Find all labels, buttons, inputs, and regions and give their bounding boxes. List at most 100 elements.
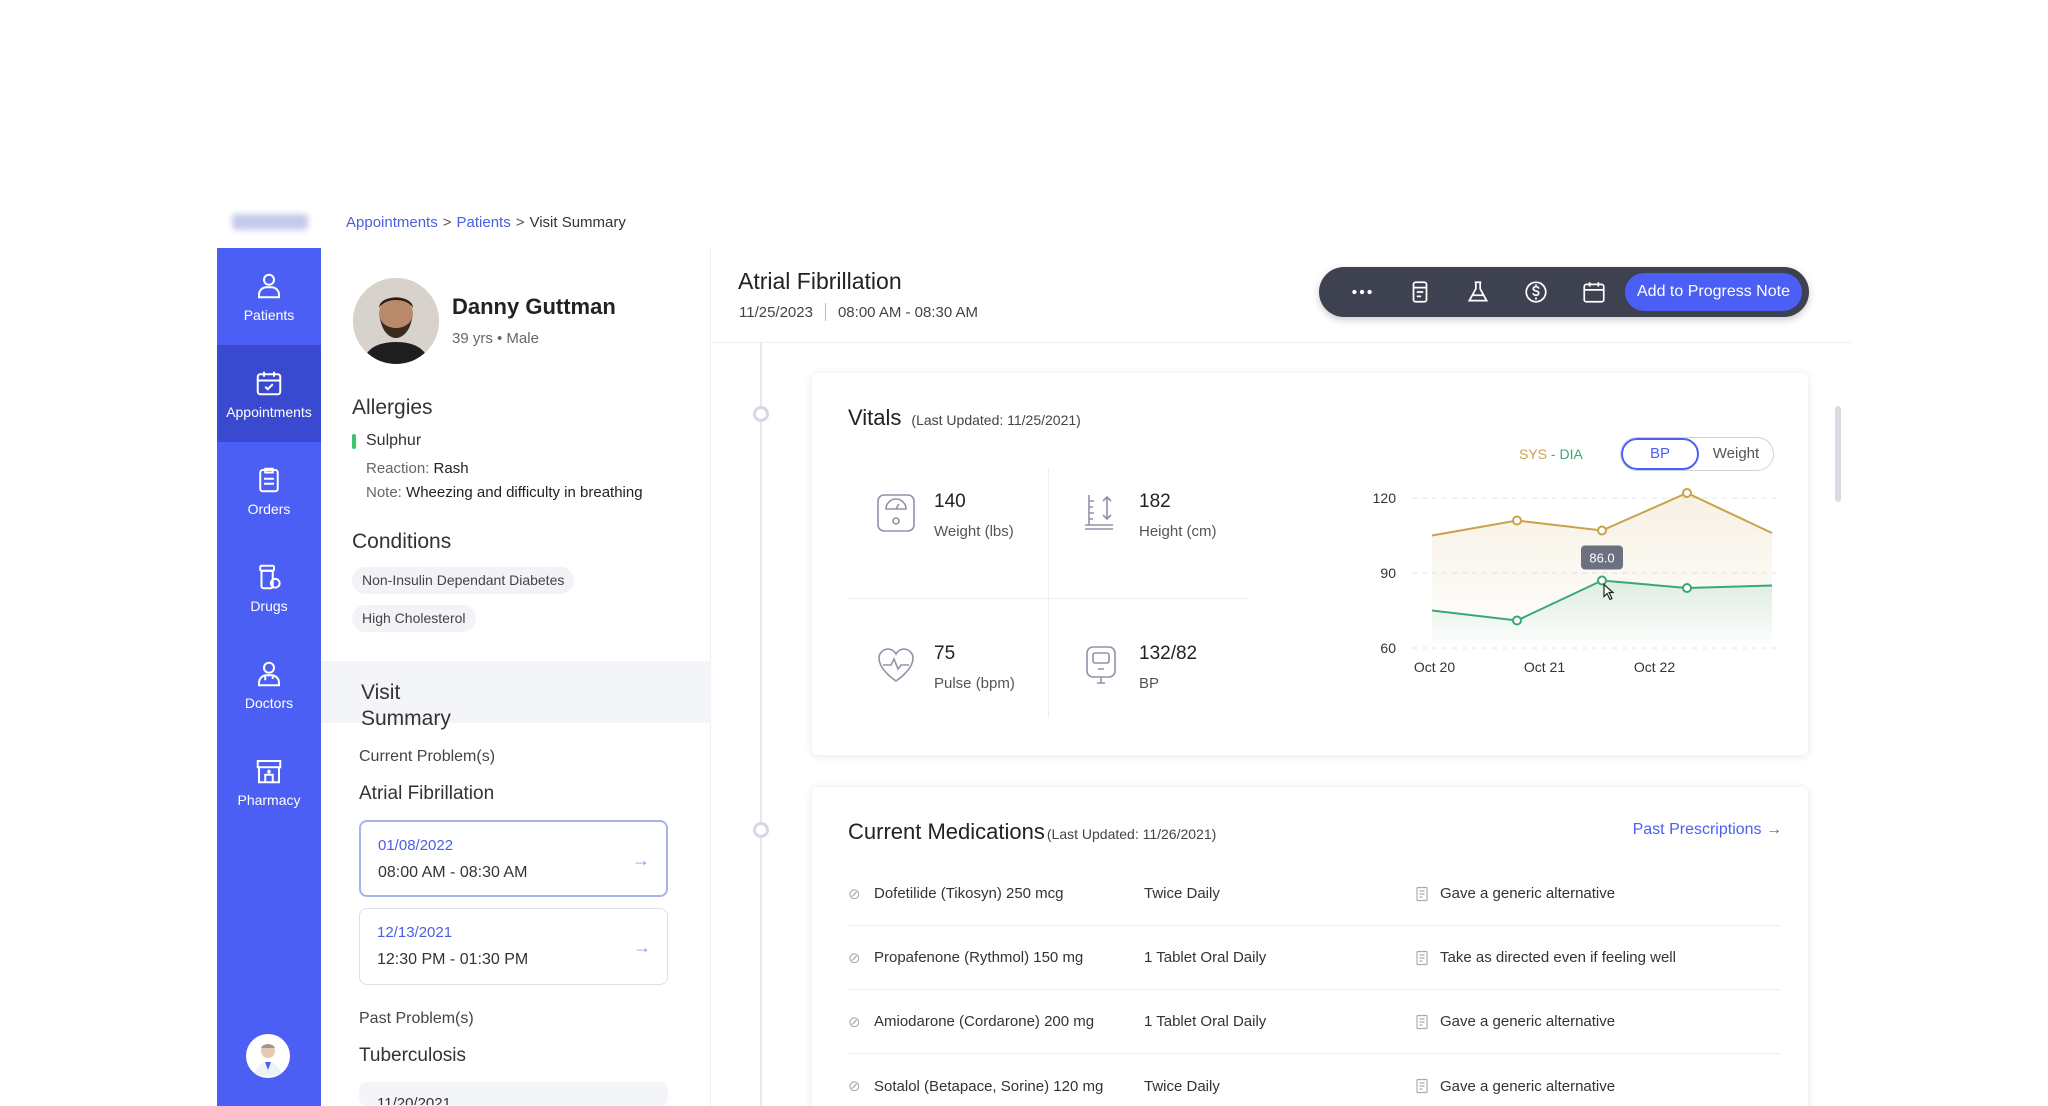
patient-avatar <box>353 278 439 364</box>
note-icon <box>1416 886 1428 901</box>
breadcrumb-appointments[interactable]: Appointments <box>346 214 438 231</box>
lab-flask-icon[interactable] <box>1449 267 1507 317</box>
medications-card: Current Medications (Last Updated: 11/26/… <box>812 787 1808 1106</box>
timeline-dot <box>753 406 769 422</box>
y-tick-label: 120 <box>1373 490 1397 506</box>
sidebar-item-appointments[interactable]: Appointments <box>217 345 321 442</box>
visit-time: 12:30 PM - 01:30 PM <box>377 951 529 968</box>
medication-frequency: Twice Daily <box>1144 1077 1220 1095</box>
vitals-title: Vitals (Last Updated: 11/25/2021) <box>848 405 1081 431</box>
allergies-heading: Allergies <box>352 396 433 419</box>
visit-date: 11/20/2021 <box>377 1095 451 1106</box>
prescription-icon[interactable] <box>1391 267 1449 317</box>
breadcrumb: Appointments > Patients > Visit Summary <box>346 214 626 231</box>
breadcrumb-current: Visit Summary <box>529 214 626 231</box>
medication-row[interactable]: ⊘ Sotalol (Betapace, Sorine) 120 mg Twic… <box>848 1054 1780 1106</box>
note-label: Note: <box>366 484 402 501</box>
data-point[interactable] <box>1597 575 1607 586</box>
sidebar-item-doctors[interactable]: Doctors <box>217 636 321 733</box>
encounter-time: 08:00 AM - 08:30 AM <box>837 303 979 321</box>
legend-separator: - <box>1547 446 1560 462</box>
breadcrumb-patients[interactable]: Patients <box>457 214 511 231</box>
pharmacy-store-icon <box>256 759 282 783</box>
vitals-divider <box>1048 468 1049 718</box>
sidebar-item-orders[interactable]: Orders <box>217 442 321 539</box>
timeline-dot <box>753 822 769 838</box>
note-text: Gave a generic alternative <box>1440 885 1616 902</box>
visit-card[interactable]: 12/13/2021 12:30 PM - 01:30 PM → <box>359 908 668 985</box>
medication-note: Take as directed even if feeling well <box>1414 949 1676 966</box>
data-point[interactable] <box>1512 615 1522 626</box>
toggle-weight[interactable]: Weight <box>1699 438 1773 470</box>
past-prescriptions-link[interactable]: Past Prescriptions → <box>1633 821 1782 839</box>
past-visit-card[interactable]: 11/20/2021 <box>359 1082 668 1106</box>
arrow-right-icon: → <box>633 937 651 957</box>
past-problems-label: Past Problem(s) <box>359 1010 474 1027</box>
vitals-heading: Vitals <box>848 405 902 430</box>
y-tick-label: 90 <box>1380 565 1396 581</box>
vitals-last-updated: (Last Updated: 11/25/2021) <box>911 412 1081 428</box>
past-problem-name: Tuberculosis <box>359 1045 467 1066</box>
doctor-avatar-icon <box>255 1044 281 1076</box>
visit-summary-title: Visit Summary <box>361 680 451 732</box>
data-point[interactable] <box>1512 515 1522 526</box>
calendar-icon[interactable] <box>1565 267 1623 317</box>
encounter-meta: 11/25/2023 08:00 AM - 08:30 AM <box>739 303 978 321</box>
height-value: 182 <box>1139 491 1171 512</box>
toggle-bp[interactable]: BP <box>1621 438 1699 470</box>
pill-icon: ⊘ <box>848 949 861 967</box>
medication-frequency: 1 Tablet Oral Daily <box>1144 1013 1267 1030</box>
note-text: Gave a generic alternative <box>1440 1013 1616 1030</box>
sidebar-item-label: Doctors <box>244 694 294 711</box>
person-icon <box>258 273 280 298</box>
add-to-progress-note-button[interactable]: Add to Progress Note <box>1625 273 1802 311</box>
sidebar-item-label: Pharmacy <box>237 791 301 808</box>
condition-chip: High Cholesterol <box>352 605 476 632</box>
sidebar-item-label: Drugs <box>250 597 288 614</box>
clipboard-icon <box>259 467 279 492</box>
allergy-name: Sulphur <box>366 432 422 449</box>
medication-row[interactable]: ⊘ Amiodarone (Cordarone) 200 mg 1 Tablet… <box>848 990 1780 1054</box>
patient-demographics: 39 yrs • Male <box>452 330 539 347</box>
allergy-severity-bar <box>352 433 356 449</box>
legend-sys: SYS <box>1519 446 1548 462</box>
medication-note: Gave a generic alternative <box>1414 1078 1615 1095</box>
allergy-reaction: Reaction: Rash <box>366 460 469 477</box>
data-point[interactable] <box>1682 583 1692 593</box>
note-text: Take as directed even if feeling well <box>1440 949 1676 966</box>
user-avatar[interactable] <box>246 1034 290 1078</box>
sidebar-item-pharmacy[interactable]: Pharmacy <box>217 733 321 830</box>
billing-icon[interactable] <box>1507 267 1565 317</box>
medication-name: Dofetilide (Tikosyn) 250 mcg <box>874 885 1064 902</box>
sidebar-item-label: Appointments <box>226 403 312 420</box>
more-options-icon[interactable] <box>1333 267 1391 317</box>
height-ruler-icon <box>1085 495 1113 530</box>
doctor-icon <box>258 661 280 686</box>
current-problem-name: Atrial Fibrillation <box>359 783 495 804</box>
pill-icon: ⊘ <box>848 885 861 903</box>
pill-icon: ⊘ <box>848 1013 861 1031</box>
encounter-header: Atrial Fibrillation 11/25/2023 08:00 AM … <box>712 248 1852 343</box>
pulse-label: Pulse (bpm) <box>934 675 1015 692</box>
note-icon <box>1416 950 1428 965</box>
visit-date: 12/13/2021 <box>377 924 453 941</box>
pulse-value: 75 <box>934 643 956 664</box>
medication-note: Gave a generic alternative <box>1414 885 1615 902</box>
vital-height: 182 Height (cm) <box>1079 491 1217 540</box>
data-point[interactable] <box>1597 525 1607 536</box>
medication-frequency: 1 Tablet Oral Daily <box>1144 949 1267 966</box>
data-point[interactable] <box>1682 488 1692 498</box>
sidebar-item-patients[interactable]: Patients <box>217 248 321 345</box>
note-icon <box>1416 1014 1428 1029</box>
x-tick-label: Oct 20 <box>1414 659 1455 675</box>
sidebar-item-label: Orders <box>247 500 291 517</box>
vital-weight: 140 Weight (lbs) <box>874 491 1014 540</box>
main-scrollbar[interactable] <box>1835 406 1841 502</box>
medication-row[interactable]: ⊘ Propafenone (Rythmol) 150 mg 1 Tablet … <box>848 926 1780 990</box>
y-tick-label: 60 <box>1380 640 1396 656</box>
condition-chip: Non-Insulin Dependant Diabetes <box>352 567 575 594</box>
scale-icon <box>877 494 915 532</box>
visit-card[interactable]: 01/08/2022 08:00 AM - 08:30 AM → <box>359 820 668 897</box>
medication-row[interactable]: ⊘ Dofetilide (Tikosyn) 250 mcg Twice Dai… <box>848 862 1780 926</box>
sidebar-item-drugs[interactable]: Drugs <box>217 539 321 636</box>
